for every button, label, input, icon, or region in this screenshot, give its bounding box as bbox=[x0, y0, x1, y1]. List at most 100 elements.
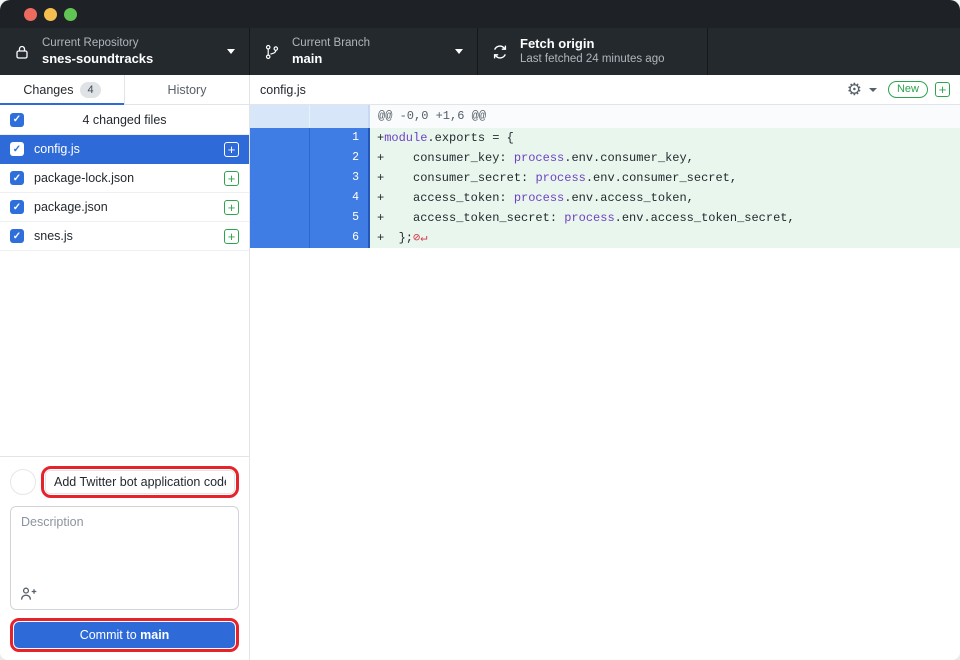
changed-files-count: 4 changed files bbox=[10, 113, 239, 127]
hunk-header-text: @@ -0,0 +1,6 @@ bbox=[370, 105, 486, 128]
github-desktop-window: Current Repository snes-soundtracks Curr… bbox=[0, 0, 960, 660]
file-row-config-js[interactable]: ✓ config.js + bbox=[0, 135, 249, 164]
diff-file-header: config.js ⚙ New + bbox=[250, 75, 960, 105]
diff-body: @@ -0,0 +1,6 @@ 1+module.exports = {2+ c… bbox=[250, 105, 960, 660]
code-token: .env.consumer_secret, bbox=[586, 171, 737, 185]
titlebar bbox=[0, 0, 960, 28]
new-line-number-gutter[interactable]: 2 bbox=[310, 148, 370, 168]
zoom-button[interactable] bbox=[64, 8, 77, 21]
new-line-number-gutter[interactable]: 1 bbox=[310, 128, 370, 148]
include-file-checkbox[interactable]: ✓ bbox=[10, 200, 24, 214]
avatar bbox=[10, 469, 36, 495]
code-content: + };⊘↵ bbox=[370, 228, 960, 248]
include-file-checkbox[interactable]: ✓ bbox=[10, 142, 24, 156]
file-row-package-lock-json[interactable]: ✓ package-lock.json + bbox=[0, 164, 249, 193]
chevron-down-icon bbox=[227, 49, 235, 54]
code-content: + consumer_secret: process.env.consumer_… bbox=[370, 168, 960, 188]
changes-sidebar: Changes 4 History ✓ 4 changed files ✓ con… bbox=[0, 75, 250, 660]
minimize-button[interactable] bbox=[44, 8, 57, 21]
new-line-number-gutter[interactable]: 3 bbox=[310, 168, 370, 188]
current-repository-name: snes-soundtracks bbox=[42, 51, 153, 67]
current-branch-name: main bbox=[292, 51, 370, 67]
commit-button-branch: main bbox=[140, 628, 169, 642]
file-row-package-json[interactable]: ✓package.json+ bbox=[0, 193, 249, 222]
sidebar-tabs: Changes 4 History bbox=[0, 75, 249, 105]
commit-form: Commit to main bbox=[0, 456, 249, 660]
diff-file-name: config.js bbox=[260, 83, 306, 97]
diff-line: 6+ };⊘↵ bbox=[250, 228, 960, 248]
gear-icon[interactable]: ⚙ bbox=[847, 81, 862, 98]
summary-row bbox=[10, 466, 239, 498]
code-token: module bbox=[384, 131, 427, 145]
include-file-checkbox[interactable]: ✓ bbox=[10, 229, 24, 243]
new-line-number-gutter[interactable]: 4 bbox=[310, 188, 370, 208]
git-branch-icon bbox=[264, 44, 280, 60]
code-token: process bbox=[514, 151, 564, 165]
old-line-number-gutter[interactable] bbox=[250, 208, 310, 228]
current-branch-label: Current Branch bbox=[292, 36, 370, 50]
new-file-badge: New bbox=[888, 81, 928, 98]
toolbar: Current Repository snes-soundtracks Curr… bbox=[0, 28, 960, 75]
commit-summary-input[interactable] bbox=[45, 470, 235, 494]
chevron-down-icon[interactable] bbox=[869, 88, 877, 92]
changes-count-badge: 4 bbox=[80, 82, 100, 98]
sync-icon bbox=[492, 44, 508, 60]
file-added-status-icon: + bbox=[224, 229, 239, 244]
annotation-highlight-commit: Commit to main bbox=[10, 618, 239, 652]
branch-selector[interactable]: Current Branch main bbox=[250, 28, 478, 75]
old-line-number-gutter[interactable] bbox=[250, 168, 310, 188]
code-content: +module.exports = { bbox=[370, 128, 960, 148]
diff-line: 1+module.exports = { bbox=[250, 128, 960, 148]
diff-lines: 1+module.exports = {2+ consumer_key: pro… bbox=[250, 128, 960, 248]
close-button[interactable] bbox=[24, 8, 37, 21]
code-token: .env.access_token, bbox=[564, 191, 694, 205]
code-token: process bbox=[535, 171, 585, 185]
new-line-number-gutter[interactable]: 6 bbox=[310, 228, 370, 248]
old-line-number-gutter[interactable] bbox=[250, 148, 310, 168]
code-content: + access_token: process.env.access_token… bbox=[370, 188, 960, 208]
old-line-number-gutter[interactable] bbox=[250, 228, 310, 248]
tab-history[interactable]: History bbox=[125, 75, 249, 104]
code-token: + access_token: bbox=[377, 191, 514, 205]
code-token: + consumer_secret: bbox=[377, 171, 535, 185]
code-content: + access_token_secret: process.env.acces… bbox=[370, 208, 960, 228]
file-added-status-icon: + bbox=[935, 82, 950, 97]
new-line-number-gutter[interactable]: 5 bbox=[310, 208, 370, 228]
last-fetched-text: Last fetched 24 minutes ago bbox=[520, 52, 665, 66]
file-added-status-icon: + bbox=[224, 171, 239, 186]
tab-changes-label: Changes bbox=[23, 83, 73, 97]
lock-icon bbox=[14, 44, 30, 60]
commit-description-box bbox=[10, 506, 239, 610]
tab-history-label: History bbox=[168, 83, 207, 97]
tab-changes[interactable]: Changes 4 bbox=[0, 75, 125, 104]
code-token: ⊘↵ bbox=[413, 231, 427, 245]
old-line-number-gutter[interactable] bbox=[250, 188, 310, 208]
chevron-down-icon bbox=[455, 49, 463, 54]
file-name: config.js bbox=[34, 142, 80, 156]
diff-line: 4+ access_token: process.env.access_toke… bbox=[250, 188, 960, 208]
code-token: .exports = { bbox=[427, 131, 513, 145]
hunk-header: @@ -0,0 +1,6 @@ bbox=[250, 105, 960, 128]
old-line-number-gutter[interactable] bbox=[250, 128, 310, 148]
hunk-gutter-old bbox=[250, 105, 310, 128]
file-name: snes.js bbox=[34, 229, 73, 243]
commit-description-textarea[interactable] bbox=[21, 515, 228, 583]
diff-pane: config.js ⚙ New + @@ -0,0 +1,6 @@ 1+modu… bbox=[250, 75, 960, 660]
include-file-checkbox[interactable]: ✓ bbox=[10, 171, 24, 185]
file-row-snes-js[interactable]: ✓ snes.js + bbox=[0, 222, 249, 251]
code-token: process bbox=[564, 211, 614, 225]
code-token: + consumer_key: bbox=[377, 151, 514, 165]
hunk-gutter-new bbox=[310, 105, 370, 128]
add-coauthor-icon[interactable] bbox=[20, 586, 38, 602]
code-token: + }; bbox=[377, 231, 413, 245]
commit-button[interactable]: Commit to main bbox=[14, 622, 235, 648]
diff-line: 2+ consumer_key: process.env.consumer_ke… bbox=[250, 148, 960, 168]
repository-selector[interactable]: Current Repository snes-soundtracks bbox=[0, 28, 250, 75]
fetch-origin-button[interactable]: Fetch origin Last fetched 24 minutes ago bbox=[478, 28, 708, 75]
file-added-status-icon: + bbox=[224, 142, 239, 157]
code-content: + consumer_key: process.env.consumer_key… bbox=[370, 148, 960, 168]
file-name: package-lock.json bbox=[34, 171, 134, 185]
current-repository-label: Current Repository bbox=[42, 36, 153, 50]
diff-header-actions: ⚙ New + bbox=[847, 81, 950, 98]
code-token: .env.access_token_secret, bbox=[615, 211, 795, 225]
